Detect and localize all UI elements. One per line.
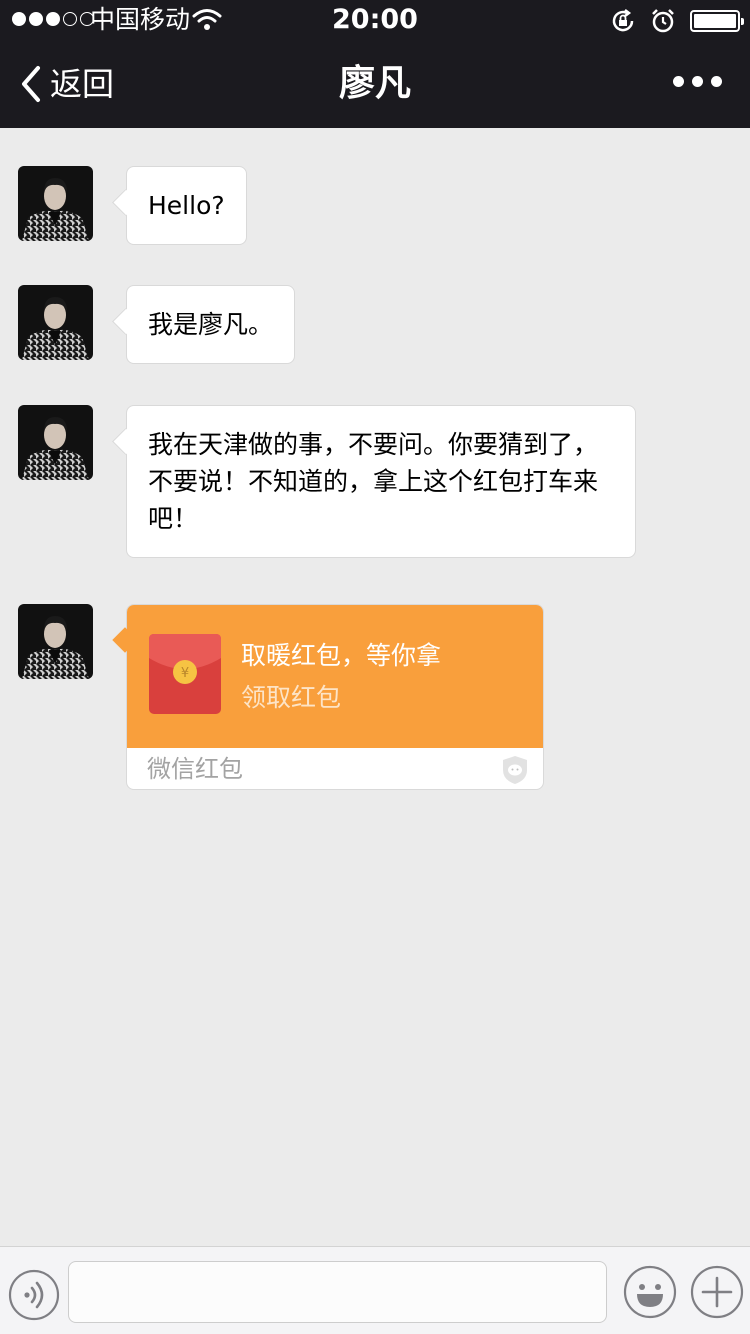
svg-text:¥: ¥ — [181, 666, 189, 681]
voice-icon[interactable] — [8, 1269, 60, 1321]
more-dots-icon — [692, 76, 703, 87]
battery-icon — [690, 10, 744, 32]
red-packet-subtitle: 领取红包 — [241, 683, 342, 712]
rotation-lock-icon — [612, 9, 634, 32]
message-row: ¥ 取暖红包，等你拿 领取红包 微信红包 — [18, 604, 544, 790]
message-row: Hello? — [18, 166, 247, 245]
message-row: 我是廖凡。 — [18, 285, 296, 364]
message-text-line: 不要说！不知道的，拿上这个红包打车来 — [148, 467, 599, 496]
more-dots-icon — [711, 76, 722, 87]
message-bubble[interactable]: Hello? — [126, 166, 247, 245]
emoji-icon[interactable] — [623, 1265, 677, 1319]
status-right-icons — [610, 8, 744, 34]
chat-title: 廖凡 — [338, 63, 411, 104]
message-bubble[interactable]: 我在天津做的事，不要问。你要猜到了， 不要说！不知道的，拿上这个红包打车来 吧！ — [126, 405, 636, 558]
red-envelope-icon: ¥ — [149, 634, 221, 714]
more-dots-icon — [673, 76, 684, 87]
message-row: 我在天津做的事，不要问。你要猜到了， 不要说！不知道的，拿上这个红包打车来 吧！ — [18, 405, 636, 558]
plus-icon[interactable] — [690, 1265, 744, 1319]
message-text-line: 吧！ — [148, 504, 199, 533]
battery-level — [694, 14, 736, 28]
message-text-line: 我在天津做的事，不要问。你要猜到了， — [148, 430, 599, 459]
wechat-badge-icon — [503, 756, 527, 784]
message-text: Hello? — [148, 191, 225, 220]
red-packet-card[interactable]: ¥ 取暖红包，等你拿 领取红包 微信红包 — [126, 604, 544, 790]
alarm-icon — [652, 9, 674, 33]
red-packet-brand: 微信红包 — [147, 755, 243, 783]
message-bubble[interactable]: 我是廖凡。 — [126, 285, 296, 364]
red-packet-header: ¥ 取暖红包，等你拿 领取红包 — [127, 605, 543, 748]
message-text: 我是廖凡。 — [148, 310, 274, 339]
top-header: 中国移动 20:00 返回 廖凡 — [0, 0, 750, 128]
message-input[interactable] — [68, 1261, 607, 1323]
input-bar — [0, 1246, 750, 1334]
avatar[interactable] — [18, 604, 93, 679]
nav-bar: 返回 廖凡 — [0, 40, 750, 128]
red-packet-footer: 微信红包 — [127, 748, 543, 790]
avatar[interactable] — [18, 166, 93, 241]
avatar[interactable] — [18, 405, 93, 480]
chat-messages[interactable]: Hello? 我是廖凡。 我在天津做的事，不要问。你要猜到了， 不要说！不知道的… — [0, 128, 750, 1246]
status-bar: 中国移动 20:00 — [0, 0, 750, 40]
avatar[interactable] — [18, 285, 93, 360]
more-options-button[interactable] — [673, 76, 722, 87]
red-packet-title: 取暖红包，等你拿 — [241, 641, 442, 670]
